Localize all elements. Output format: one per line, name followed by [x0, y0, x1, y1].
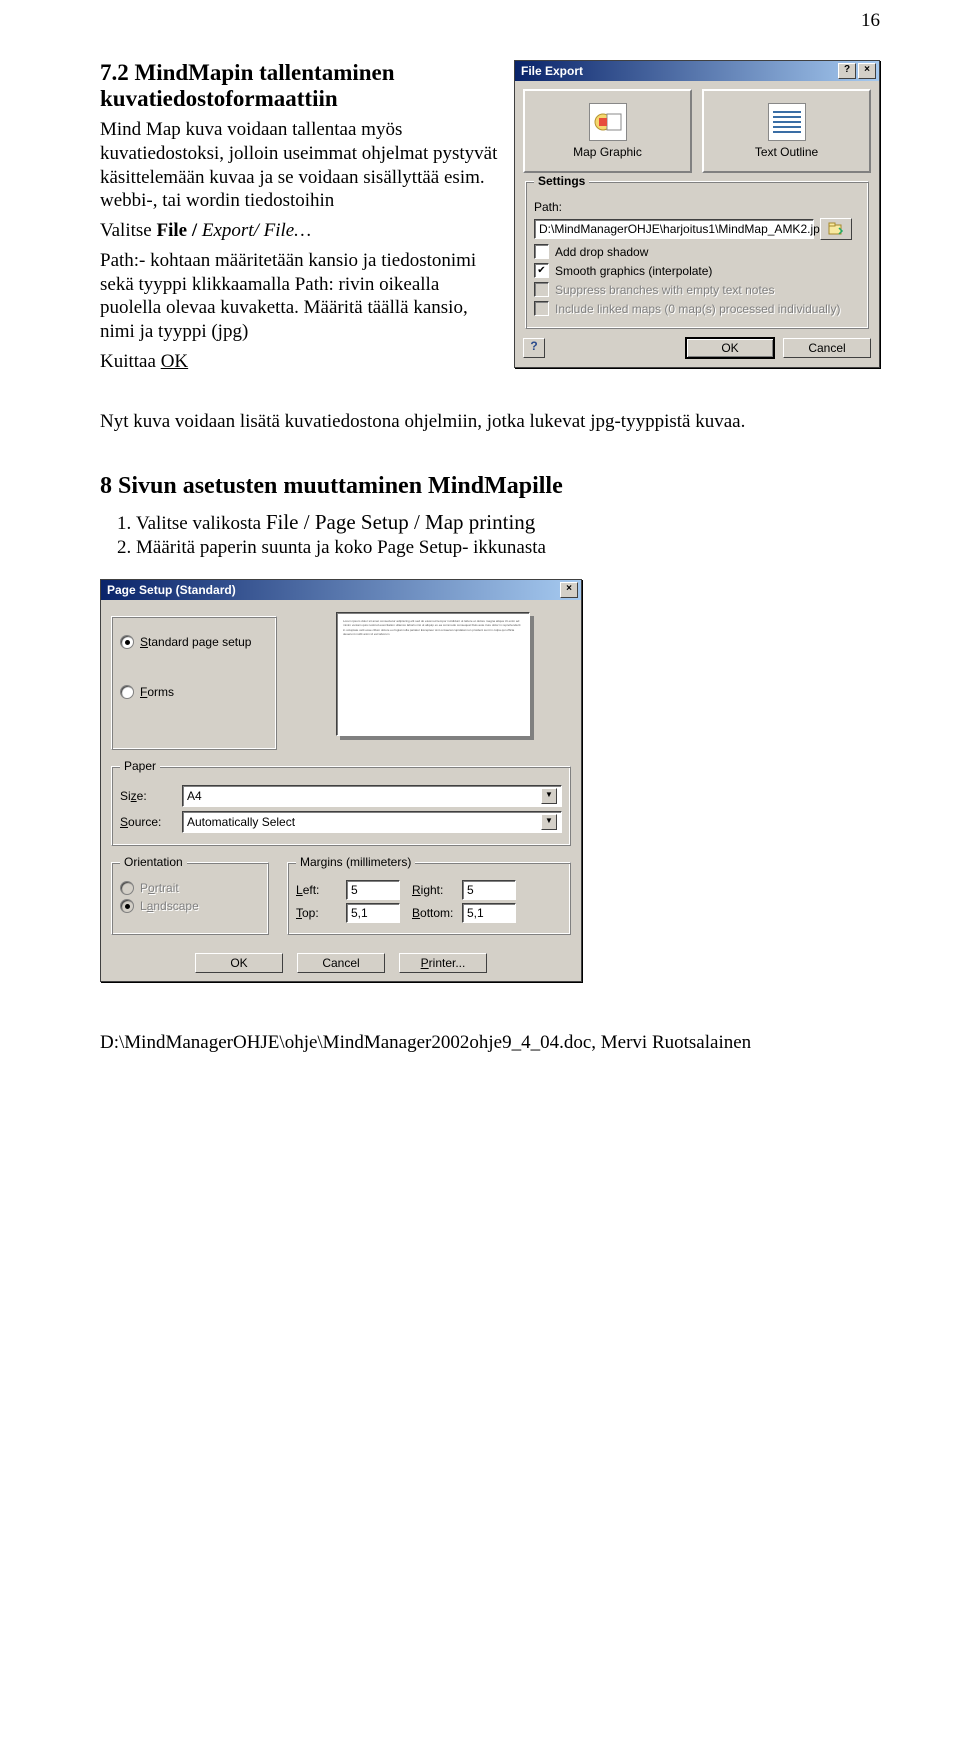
- portrait-row: Portrait: [120, 881, 260, 895]
- page-setup-printer-button[interactable]: Printer...: [399, 953, 487, 973]
- section-7-2-after: Nyt kuva voidaan lisätä kuvatiedostona o…: [100, 410, 880, 434]
- p2-pre: Valitse: [100, 220, 156, 241]
- li1-pre: Valitse valikosta: [136, 513, 266, 534]
- radio-standard-label: Standard page setup: [140, 635, 251, 649]
- size-label: Size:: [120, 789, 176, 803]
- top-label: Top:: [296, 906, 334, 920]
- browse-button[interactable]: [820, 218, 852, 240]
- ok-button[interactable]: OK: [685, 337, 775, 359]
- cb-suppress-label: Suppress branches with empty text notes: [555, 283, 774, 297]
- cb-shadow-label: Add drop shadow: [555, 245, 648, 259]
- right-label: Right:: [412, 883, 450, 897]
- section-7-2-p1: Mind Map kuva voidaan tallentaa myös kuv…: [100, 118, 502, 213]
- margins-group: Margins (millimeters) Left: 5 Right: 5 T…: [287, 862, 571, 935]
- radio-landscape-label: Landscape: [140, 899, 199, 913]
- settings-label: Settings: [534, 174, 589, 188]
- cancel-button[interactable]: Cancel: [783, 338, 871, 358]
- section-8-li1: Valitse valikosta File / Page Setup / Ma…: [136, 510, 880, 535]
- checkbox-linked: [534, 301, 549, 316]
- orientation-label: Orientation: [120, 855, 187, 869]
- size-dropdown[interactable]: A4 ▼: [182, 785, 562, 807]
- p2-cmd-italic: Export/ File…: [202, 220, 311, 241]
- radio-landscape: [120, 899, 134, 913]
- path-input[interactable]: D:\MindManagerOHJE\harjoitus1\MindMap_AM…: [534, 219, 814, 239]
- p4-ok: OK: [161, 351, 188, 372]
- li1-cmd: File / Page Setup / Map printing: [266, 510, 535, 534]
- map-graphic-icon: [589, 103, 627, 141]
- help-button[interactable]: ?: [838, 63, 856, 79]
- size-value: A4: [187, 789, 202, 803]
- checkbox-smooth[interactable]: ✔: [534, 263, 549, 278]
- orientation-group: Orientation Portrait Landscape: [111, 862, 269, 935]
- settings-group: Settings Path: D:\MindManagerOHJE\harjoi…: [525, 181, 869, 329]
- checkbox-suppress: [534, 282, 549, 297]
- cb-smooth-label: Smooth graphics (interpolate): [555, 264, 712, 278]
- bottom-label: Bottom:: [412, 906, 450, 920]
- text-outline-label: Text Outline: [755, 145, 818, 159]
- cb-suppress-row: Suppress branches with empty text notes: [534, 282, 860, 297]
- footer: D:\MindManagerOHJE\ohje\MindManager2002o…: [100, 1032, 880, 1054]
- page-setup-dialog: Page Setup (Standard) × Standard page se…: [100, 579, 582, 982]
- paper-group: Paper Size: A4 ▼ Source: Automatically S…: [111, 766, 571, 846]
- size-dropdown-arrow[interactable]: ▼: [541, 788, 557, 804]
- file-export-dialog: File Export ? × Map Graphic: [514, 60, 880, 368]
- page-setup-cancel-button[interactable]: Cancel: [297, 953, 385, 973]
- page-setup-close-button[interactable]: ×: [560, 582, 578, 598]
- radio-standard[interactable]: [120, 635, 134, 649]
- section-7-2-heading: 7.2 MindMapin tallentaminen kuvatiedosto…: [100, 60, 502, 112]
- file-export-title: File Export: [521, 64, 583, 78]
- top-input[interactable]: 5,1: [346, 903, 400, 923]
- text-outline-button[interactable]: Text Outline: [702, 89, 871, 173]
- right-input[interactable]: 5: [462, 880, 516, 900]
- setup-mode-group: Standard page setup Forms: [111, 616, 277, 750]
- map-graphic-label: Map Graphic: [573, 145, 642, 159]
- left-input[interactable]: 5: [346, 880, 400, 900]
- text-outline-icon: [768, 103, 806, 141]
- radio-portrait-label: Portrait: [140, 881, 179, 895]
- cb-smooth-row[interactable]: ✔ Smooth graphics (interpolate): [534, 263, 860, 278]
- section-8-heading: 8 Sivun asetusten muuttaminen MindMapill…: [100, 473, 880, 500]
- page-number: 16: [861, 10, 880, 32]
- section-7-2-p4: Kuittaa OK: [100, 350, 502, 374]
- source-dropdown-arrow[interactable]: ▼: [541, 814, 557, 830]
- std-setup-row[interactable]: Standard page setup: [120, 635, 268, 649]
- bottom-input[interactable]: 5,1: [462, 903, 516, 923]
- page-setup-title: Page Setup (Standard): [107, 583, 236, 597]
- radio-forms[interactable]: [120, 685, 134, 699]
- path-label: Path:: [534, 200, 562, 214]
- map-graphic-button[interactable]: Map Graphic: [523, 89, 692, 173]
- source-value: Automatically Select: [187, 815, 295, 829]
- cb-linked-label: Include linked maps (0 map(s) processed …: [555, 302, 840, 316]
- checkbox-shadow[interactable]: [534, 244, 549, 259]
- section-7-2-p3: Path:- kohtaan määritetään kansio ja tie…: [100, 249, 502, 344]
- source-label: Source:: [120, 815, 176, 829]
- p4-pre: Kuittaa: [100, 351, 161, 372]
- help-icon[interactable]: ?: [523, 338, 545, 358]
- source-dropdown[interactable]: Automatically Select ▼: [182, 811, 562, 833]
- radio-portrait: [120, 881, 134, 895]
- p2-cmd: File /: [156, 220, 201, 241]
- page-setup-ok-button[interactable]: OK: [195, 953, 283, 973]
- margins-label: Margins (millimeters): [296, 855, 415, 869]
- forms-row[interactable]: Forms: [120, 685, 268, 699]
- radio-forms-label: Forms: [140, 685, 174, 699]
- cb-linked-row: Include linked maps (0 map(s) processed …: [534, 301, 860, 316]
- page-preview: Lorem ipsum dolor sit amet consectetur a…: [336, 612, 530, 736]
- cb-shadow-row[interactable]: Add drop shadow: [534, 244, 860, 259]
- paper-label: Paper: [120, 759, 160, 773]
- section-7-2-p2: Valitse File / Export/ File…: [100, 219, 502, 243]
- left-label: Left:: [296, 883, 334, 897]
- landscape-row: Landscape: [120, 899, 260, 913]
- close-button[interactable]: ×: [858, 63, 876, 79]
- section-8-li2: Määritä paperin suunta ja koko Page Setu…: [136, 537, 880, 559]
